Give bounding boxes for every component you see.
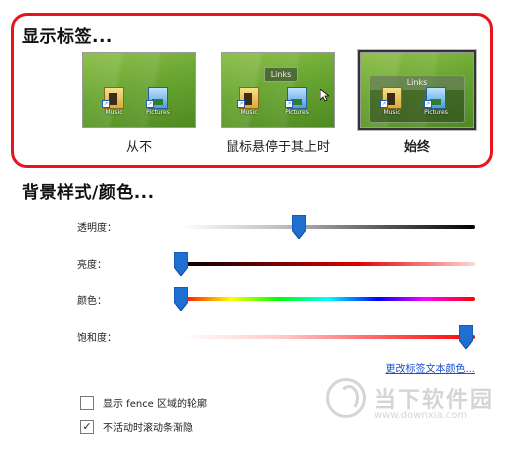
label-option-never[interactable]: ↗ Music ↗ Pictures [82, 52, 196, 128]
transparency-slider-thumb[interactable] [291, 215, 306, 239]
transparency-label: 透明度： [77, 223, 117, 234]
show-fence-outline-checkbox[interactable] [80, 395, 94, 410]
background-heading: 背景样式/颜色... [22, 183, 155, 203]
watermark-logo-icon [326, 378, 366, 418]
mouse-cursor-icon [320, 89, 329, 102]
transparency-slider-track[interactable] [181, 225, 475, 229]
color-slider-thumb[interactable] [174, 287, 188, 311]
brightness-slider-thumb[interactable] [174, 252, 188, 276]
label-option-always[interactable]: Links ↗ Music ↗ Pictures [360, 52, 474, 128]
label-option-on-hover[interactable]: Links ↗ Music ↗ Pictures [221, 52, 335, 128]
fade-scrollbars-checkbox[interactable]: ✓ [80, 419, 94, 434]
saturation-slider-thumb[interactable] [459, 325, 474, 349]
watermark-url: www.downxia.com [374, 410, 468, 421]
folder-icon: ↗ Music [379, 87, 405, 117]
fade-scrollbars-row[interactable]: ✓ 不活动时滚动条渐隐 [80, 419, 193, 434]
caption-never: 从不 [125, 140, 152, 155]
hover-label-tab: Links [264, 67, 298, 82]
fade-scrollbars-label: 不活动时滚动条渐隐 [103, 423, 193, 434]
pictures-icon: ↗ Pictures [284, 87, 310, 117]
folder-icon: ↗ Music [236, 87, 262, 117]
saturation-label: 饱和度： [77, 333, 117, 344]
pictures-icon: ↗ Pictures [423, 87, 449, 117]
color-slider-track[interactable] [181, 297, 475, 301]
caption-always: 始终 [403, 140, 430, 155]
change-label-text-color-link[interactable]: 更改标签文本颜色... [385, 360, 475, 375]
watermark: 当下软件园 www.downxia.com [326, 378, 494, 438]
folder-icon: ↗ Music [101, 87, 127, 117]
caption-on-hover: 鼠标悬停于其上时 [225, 140, 330, 155]
pictures-icon: ↗ Pictures [145, 87, 171, 117]
show-fence-outline-row[interactable]: 显示 fence 区域的轮廓 [80, 395, 207, 410]
saturation-slider-track[interactable] [181, 335, 475, 339]
show-fence-outline-label: 显示 fence 区域的轮廓 [103, 399, 208, 410]
color-label: 颜色： [77, 296, 107, 307]
display-labels-heading: 显示标签... [22, 27, 113, 47]
brightness-slider-track[interactable] [181, 262, 475, 266]
brightness-label: 亮度： [77, 260, 107, 271]
